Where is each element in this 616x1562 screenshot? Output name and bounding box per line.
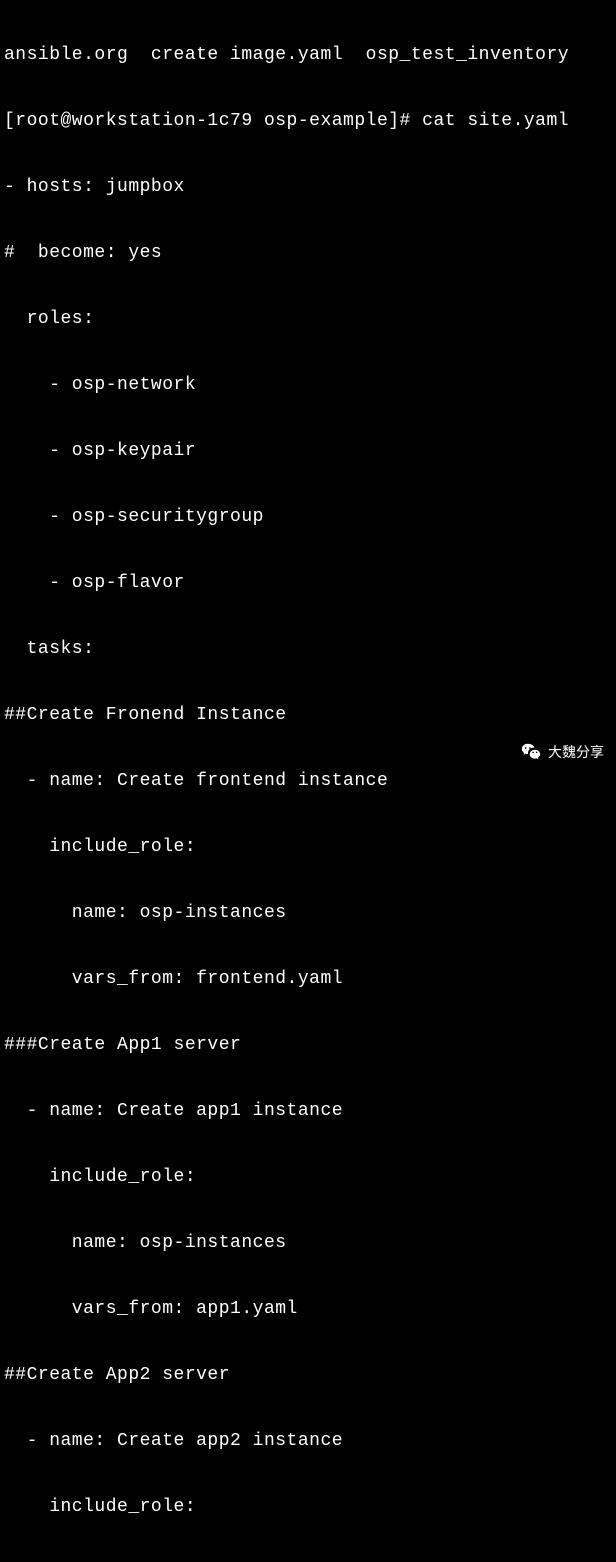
terminal-line: - hosts: jumpbox: [4, 176, 612, 198]
terminal-line: include_role:: [4, 1496, 612, 1518]
terminal-line: - name: Create app2 instance: [4, 1430, 612, 1452]
wechat-icon: [520, 741, 542, 763]
terminal-line: [root@workstation-1c79 osp-example]# cat…: [4, 110, 612, 132]
terminal-line: - name: Create app1 instance: [4, 1100, 612, 1122]
terminal-line: - osp-keypair: [4, 440, 612, 462]
watermark-text: 大魏分享: [548, 741, 604, 763]
terminal-line: ansible.org create image.yaml osp_test_i…: [4, 44, 612, 66]
watermark: 大魏分享: [520, 741, 604, 763]
terminal-line: vars_from: app1.yaml: [4, 1298, 612, 1320]
terminal-line: - osp-securitygroup: [4, 506, 612, 528]
terminal-line: roles:: [4, 308, 612, 330]
terminal-line: name: osp-instances: [4, 902, 612, 924]
terminal-line: # become: yes: [4, 242, 612, 264]
terminal-line: ##Create Fronend Instance: [4, 704, 612, 726]
terminal-line: - name: Create frontend instance: [4, 770, 612, 792]
terminal-line: - osp-network: [4, 374, 612, 396]
terminal-line: vars_from: frontend.yaml: [4, 968, 612, 990]
terminal-line: ##Create App2 server: [4, 1364, 612, 1386]
terminal-line: tasks:: [4, 638, 612, 660]
terminal-line: - osp-flavor: [4, 572, 612, 594]
terminal-line: ###Create App1 server: [4, 1034, 612, 1056]
terminal-line: include_role:: [4, 1166, 612, 1188]
terminal-line: name: osp-instances: [4, 1232, 612, 1254]
terminal-line: include_role:: [4, 836, 612, 858]
terminal-output: ansible.org create image.yaml osp_test_i…: [4, 0, 612, 1562]
